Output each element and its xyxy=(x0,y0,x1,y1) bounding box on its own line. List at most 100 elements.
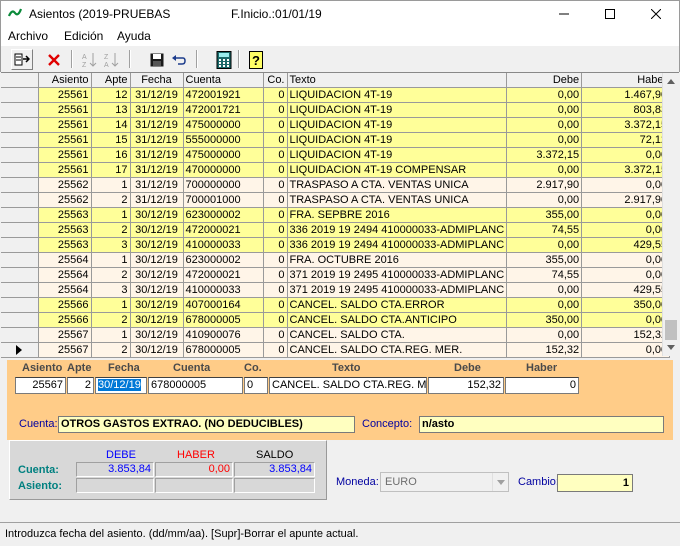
cell-fecha[interactable]: 30/12/19 xyxy=(130,237,184,253)
row-indicator[interactable] xyxy=(1,87,39,103)
cell-apte[interactable]: 1 xyxy=(91,327,131,343)
cell-asiento[interactable]: 25561 xyxy=(38,102,92,118)
cell-fecha[interactable]: 30/12/19 xyxy=(130,252,184,268)
scroll-thumb[interactable] xyxy=(665,320,677,340)
cell-apte[interactable]: 15 xyxy=(91,132,131,148)
cell-texto[interactable]: CANCEL. SALDO CTA.ERROR xyxy=(287,297,508,313)
cell-cuenta[interactable]: 623000002 xyxy=(183,207,264,223)
cell-haber[interactable]: 0,00 xyxy=(581,177,671,193)
row-indicator[interactable] xyxy=(1,117,39,133)
fecha-field[interactable]: 30/12/19 xyxy=(95,377,147,394)
cell-haber[interactable]: 0,00 xyxy=(581,147,671,163)
row-indicator[interactable] xyxy=(1,192,39,208)
cell-haber[interactable]: 0,00 xyxy=(581,312,671,328)
cell-cuenta[interactable]: 407000164 xyxy=(183,297,264,313)
cell-haber[interactable]: 429,55 xyxy=(581,282,671,298)
row-indicator[interactable] xyxy=(1,297,39,313)
row-indicator[interactable] xyxy=(1,282,39,298)
cell-co[interactable]: 0 xyxy=(263,267,288,283)
cell-haber[interactable]: 803,83 xyxy=(581,102,671,118)
cell-texto[interactable]: LIQUIDACION 4T-19 xyxy=(287,87,508,103)
cell-haber[interactable]: 2.917,90 xyxy=(581,192,671,208)
cell-cuenta[interactable]: 555000000 xyxy=(183,132,264,148)
cell-haber[interactable]: 350,00 xyxy=(581,297,671,313)
cell-debe[interactable]: 0,00 xyxy=(506,87,583,103)
cell-debe[interactable]: 355,00 xyxy=(506,207,583,223)
cell-asiento[interactable]: 25566 xyxy=(38,297,92,313)
cell-fecha[interactable]: 31/12/19 xyxy=(130,162,184,178)
cell-co[interactable]: 0 xyxy=(263,117,288,133)
cell-haber[interactable]: 0,00 xyxy=(581,267,671,283)
table-row[interactable]: 25561 16 31/12/19 475000000 0 LIQUIDACION 4T-… xyxy=(1,147,671,163)
cell-fecha[interactable]: 30/12/19 xyxy=(130,327,184,343)
cell-debe[interactable]: 2.917,90 xyxy=(506,177,583,193)
cell-co[interactable]: 0 xyxy=(263,102,288,118)
cell-fecha[interactable]: 30/12/19 xyxy=(130,342,184,358)
cell-debe[interactable]: 0,00 xyxy=(506,132,583,148)
cell-co[interactable]: 0 xyxy=(263,192,288,208)
cell-texto[interactable]: FRA. OCTUBRE 2016 xyxy=(287,252,508,268)
cell-co[interactable]: 0 xyxy=(263,327,288,343)
insert-row-icon[interactable] xyxy=(11,49,33,70)
cell-apte[interactable]: 12 xyxy=(91,87,131,103)
cell-asiento[interactable]: 25561 xyxy=(38,87,92,103)
cell-fecha[interactable]: 31/12/19 xyxy=(130,102,184,118)
cell-texto[interactable]: TRASPASO A CTA. VENTAS UNICA xyxy=(287,177,508,193)
table-row[interactable]: 25563 1 30/12/19 623000002 0 FRA. SEPBRE 2016… xyxy=(1,207,671,223)
cell-texto[interactable]: LIQUIDACION 4T-19 xyxy=(287,117,508,133)
cell-texto[interactable]: LIQUIDACION 4T-19 xyxy=(287,102,508,118)
cell-haber[interactable]: 429,55 xyxy=(581,237,671,253)
cell-apte[interactable]: 17 xyxy=(91,162,131,178)
cell-cuenta[interactable]: 678000005 xyxy=(183,342,264,358)
concepto-field[interactable]: n/asto xyxy=(419,416,664,433)
cell-asiento[interactable]: 25562 xyxy=(38,192,92,208)
cell-co[interactable]: 0 xyxy=(263,282,288,298)
table-row[interactable]: 25561 17 31/12/19 470000000 0 LIQUIDACION 4T-… xyxy=(1,162,671,178)
cell-debe[interactable]: 74,55 xyxy=(506,267,583,283)
minimize-button[interactable] xyxy=(541,1,587,27)
cell-haber[interactable]: 0,00 xyxy=(581,252,671,268)
table-row[interactable]: 25564 1 30/12/19 623000002 0 FRA. OCTUBRE 201… xyxy=(1,252,671,268)
cell-cuenta[interactable]: 475000000 xyxy=(183,117,264,133)
cell-cuenta[interactable]: 475000000 xyxy=(183,147,264,163)
cell-haber[interactable]: 3.372,15 xyxy=(581,162,671,178)
row-indicator[interactable] xyxy=(1,132,39,148)
cell-fecha[interactable]: 31/12/19 xyxy=(130,192,184,208)
cell-fecha[interactable]: 30/12/19 xyxy=(130,267,184,283)
cell-debe[interactable]: 0,00 xyxy=(506,192,583,208)
cell-debe[interactable]: 74,55 xyxy=(506,222,583,238)
cell-debe[interactable]: 0,00 xyxy=(506,282,583,298)
table-row[interactable]: 25567 2 30/12/19 678000005 0 CANCEL. SALDO CT… xyxy=(1,342,671,358)
cell-cuenta[interactable]: 410000033 xyxy=(183,282,264,298)
cell-cuenta[interactable]: 472000021 xyxy=(183,222,264,238)
cell-cuenta[interactable]: 700001000 xyxy=(183,192,264,208)
col-texto[interactable]: Texto xyxy=(287,73,508,88)
row-indicator[interactable] xyxy=(1,327,39,343)
cell-apte[interactable]: 16 xyxy=(91,147,131,163)
cell-apte[interactable]: 3 xyxy=(91,237,131,253)
cell-asiento[interactable]: 25563 xyxy=(38,222,92,238)
cell-texto[interactable]: CANCEL. SALDO CTA.ANTICIPO xyxy=(287,312,508,328)
cell-asiento[interactable]: 25563 xyxy=(38,237,92,253)
cell-texto[interactable]: TRASPASO A CTA. VENTAS UNICA xyxy=(287,192,508,208)
cell-co[interactable]: 0 xyxy=(263,177,288,193)
cell-co[interactable]: 0 xyxy=(263,237,288,253)
sort-za-icon[interactable]: ZA xyxy=(101,49,123,70)
cell-texto[interactable]: 336 2019 19 2494 410000033-ADMIPLANC xyxy=(287,222,508,238)
cell-cuenta[interactable]: 470000000 xyxy=(183,162,264,178)
cell-cuenta[interactable]: 410000033 xyxy=(183,237,264,253)
cell-apte[interactable]: 14 xyxy=(91,117,131,133)
col-haber[interactable]: Haber xyxy=(581,73,671,88)
scroll-down-icon[interactable] xyxy=(663,339,679,355)
cell-co[interactable]: 0 xyxy=(263,147,288,163)
table-row[interactable]: 25562 2 31/12/19 700001000 0 TRASPASO A CTA. … xyxy=(1,192,671,208)
cell-asiento[interactable]: 25561 xyxy=(38,117,92,133)
cell-co[interactable]: 0 xyxy=(263,297,288,313)
close-button[interactable] xyxy=(633,1,679,27)
row-indicator[interactable] xyxy=(1,342,39,358)
cell-texto[interactable]: 371 2019 19 2495 410000033-ADMIPLANC xyxy=(287,267,508,283)
sort-az-icon[interactable]: AZ xyxy=(79,49,101,70)
cell-fecha[interactable]: 30/12/19 xyxy=(130,297,184,313)
cuenta-field[interactable]: 678000005 xyxy=(148,377,243,394)
cell-co[interactable]: 0 xyxy=(263,342,288,358)
